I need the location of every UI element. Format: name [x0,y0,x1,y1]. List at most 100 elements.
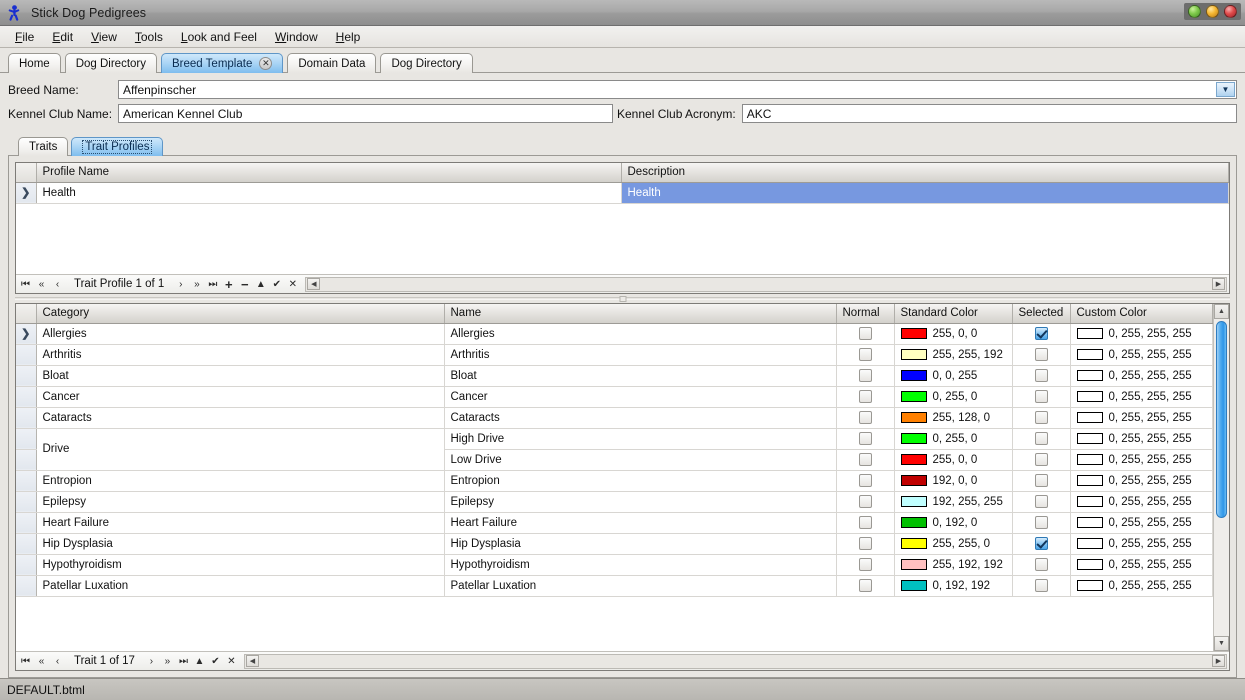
nav-prev-icon[interactable]: ‹ [50,653,65,669]
cell-category[interactable]: Cataracts [36,407,444,428]
tab-home[interactable]: Home [8,53,61,73]
cell-category[interactable]: Bloat [36,365,444,386]
nav-next-icon[interactable]: › [144,653,159,669]
cell-custom-color[interactable]: 0, 255, 255, 255 [1070,323,1213,344]
table-row[interactable]: CancerCancer 0, 255, 0 0, 255, 255, 255 [16,386,1213,407]
selected-checkbox[interactable] [1035,411,1048,424]
scrollbar-thumb[interactable] [1216,321,1227,518]
table-row[interactable]: EntropionEntropion192, 0, 00, 255, 255, … [16,470,1213,491]
cell-normal-checkbox[interactable] [836,386,894,407]
selected-checkbox[interactable] [1035,348,1048,361]
cell-normal-checkbox[interactable] [836,323,894,344]
cell-normal-checkbox[interactable] [836,491,894,512]
cell-name[interactable]: Cataracts [444,407,836,428]
menu-tools[interactable]: Tools [126,28,172,46]
table-row[interactable]: Hip DysplasiaHip Dysplasia255, 255, 00, … [16,533,1213,554]
cell-normal-checkbox[interactable] [836,449,894,470]
cell-custom-color[interactable]: 0, 255, 255, 255 [1070,428,1213,449]
tab-dog-directory-2[interactable]: Dog Directory [380,53,472,73]
subtab-traits[interactable]: Traits [18,137,68,156]
splitter-handle[interactable] [619,296,626,302]
cell-name[interactable]: Allergies [444,323,836,344]
table-row[interactable]: CataractsCataracts255, 128, 00, 255, 255… [16,407,1213,428]
cell-profile-name[interactable]: Health [36,182,621,203]
cell-description[interactable]: Health [621,182,1229,203]
column-header-profile-name[interactable]: Profile Name [36,163,621,182]
column-header-description[interactable]: Description [621,163,1229,182]
cancel-icon[interactable]: ✕ [224,653,239,669]
table-row[interactable]: Heart FailureHeart Failure0, 192, 00, 25… [16,512,1213,533]
cell-name[interactable]: Patellar Luxation [444,575,836,596]
table-row[interactable]: Patellar LuxationPatellar Luxation0, 192… [16,575,1213,596]
chevron-down-icon[interactable]: ▼ [1216,82,1235,97]
cell-category[interactable]: Epilepsy [36,491,444,512]
cell-category[interactable]: Entropion [36,470,444,491]
nav-prev-icon[interactable]: ‹ [50,276,65,292]
normal-checkbox[interactable] [859,327,872,340]
cell-name[interactable]: Hypothyroidism [444,554,836,575]
cell-normal-checkbox[interactable] [836,470,894,491]
scroll-up-icon[interactable]: ▲ [1214,304,1229,319]
column-header-name[interactable]: Name [444,304,836,323]
cell-custom-color[interactable]: 0, 255, 255, 255 [1070,491,1213,512]
menu-edit[interactable]: Edit [43,28,82,46]
cell-name[interactable]: Epilepsy [444,491,836,512]
normal-checkbox[interactable] [859,579,872,592]
scroll-down-icon[interactable]: ▼ [1214,636,1229,651]
cell-selected-checkbox[interactable] [1012,449,1070,470]
nav-next-icon[interactable]: › [173,276,188,292]
menu-window[interactable]: Window [266,28,327,46]
subtab-trait-profiles[interactable]: Trait Profiles [71,137,163,156]
cell-standard-color[interactable]: 0, 192, 0 [894,512,1012,533]
breed-name-combo[interactable]: Affenpinscher ▼ [118,80,1237,99]
cell-selected-checkbox[interactable] [1012,533,1070,554]
normal-checkbox[interactable] [859,432,872,445]
cell-name[interactable]: Bloat [444,365,836,386]
cell-custom-color[interactable]: 0, 255, 255, 255 [1070,365,1213,386]
nav-first-icon[interactable]: ⏮ [18,276,33,292]
cell-name[interactable]: Cancer [444,386,836,407]
cell-custom-color[interactable]: 0, 255, 255, 255 [1070,533,1213,554]
normal-checkbox[interactable] [859,369,872,382]
table-row[interactable]: HypothyroidismHypothyroidism 255, 192, 19… [16,554,1213,575]
cell-selected-checkbox[interactable] [1012,344,1070,365]
cell-category[interactable]: Hypothyroidism [36,554,444,575]
cell-selected-checkbox[interactable] [1012,512,1070,533]
cell-normal-checkbox[interactable] [836,365,894,386]
nav-next-page-icon[interactable]: » [189,276,204,292]
cell-custom-color[interactable]: 0, 255, 255, 255 [1070,386,1213,407]
cell-name[interactable]: Arthritis [444,344,836,365]
traits-vertical-scrollbar[interactable]: ▲ ▼ [1213,304,1229,651]
close-icon[interactable]: ✕ [259,57,272,70]
cell-selected-checkbox[interactable] [1012,575,1070,596]
cell-name[interactable]: High Drive [444,428,836,449]
cell-selected-checkbox[interactable] [1012,428,1070,449]
cell-custom-color[interactable]: 0, 255, 255, 255 [1070,449,1213,470]
cell-selected-checkbox[interactable] [1012,365,1070,386]
cell-standard-color[interactable]: 0, 192, 192 [894,575,1012,596]
cell-selected-checkbox[interactable] [1012,407,1070,428]
table-row[interactable]: ArthritisArthritis255, 255, 1920, 255, 2… [16,344,1213,365]
move-up-icon[interactable]: ▲ [253,276,268,292]
cell-normal-checkbox[interactable] [836,575,894,596]
nav-last-icon[interactable]: ⏭ [205,276,220,292]
cell-standard-color[interactable]: 0, 255, 0 [894,386,1012,407]
cell-standard-color[interactable]: 192, 255, 255 [894,491,1012,512]
cell-category[interactable]: Heart Failure [36,512,444,533]
nav-first-icon[interactable]: ⏮ [18,653,33,669]
column-header-standard-color[interactable]: Standard Color [894,304,1012,323]
cell-category[interactable]: Cancer [36,386,444,407]
selected-checkbox[interactable] [1035,558,1048,571]
table-row[interactable]: DriveHigh Drive0, 255, 00, 255, 255, 255 [16,428,1213,449]
add-icon[interactable]: + [221,276,236,292]
cell-standard-color[interactable]: 255, 255, 192 [894,344,1012,365]
cell-normal-checkbox[interactable] [836,512,894,533]
normal-checkbox[interactable] [859,558,872,571]
menu-view[interactable]: View [82,28,126,46]
normal-checkbox[interactable] [859,516,872,529]
cell-standard-color[interactable]: 255, 0, 0 [894,449,1012,470]
profiles-horizontal-scrollbar[interactable]: ◀ ▶ [305,277,1227,292]
selected-checkbox[interactable] [1035,516,1048,529]
normal-checkbox[interactable] [859,474,872,487]
cell-standard-color[interactable]: 255, 192, 192 [894,554,1012,575]
